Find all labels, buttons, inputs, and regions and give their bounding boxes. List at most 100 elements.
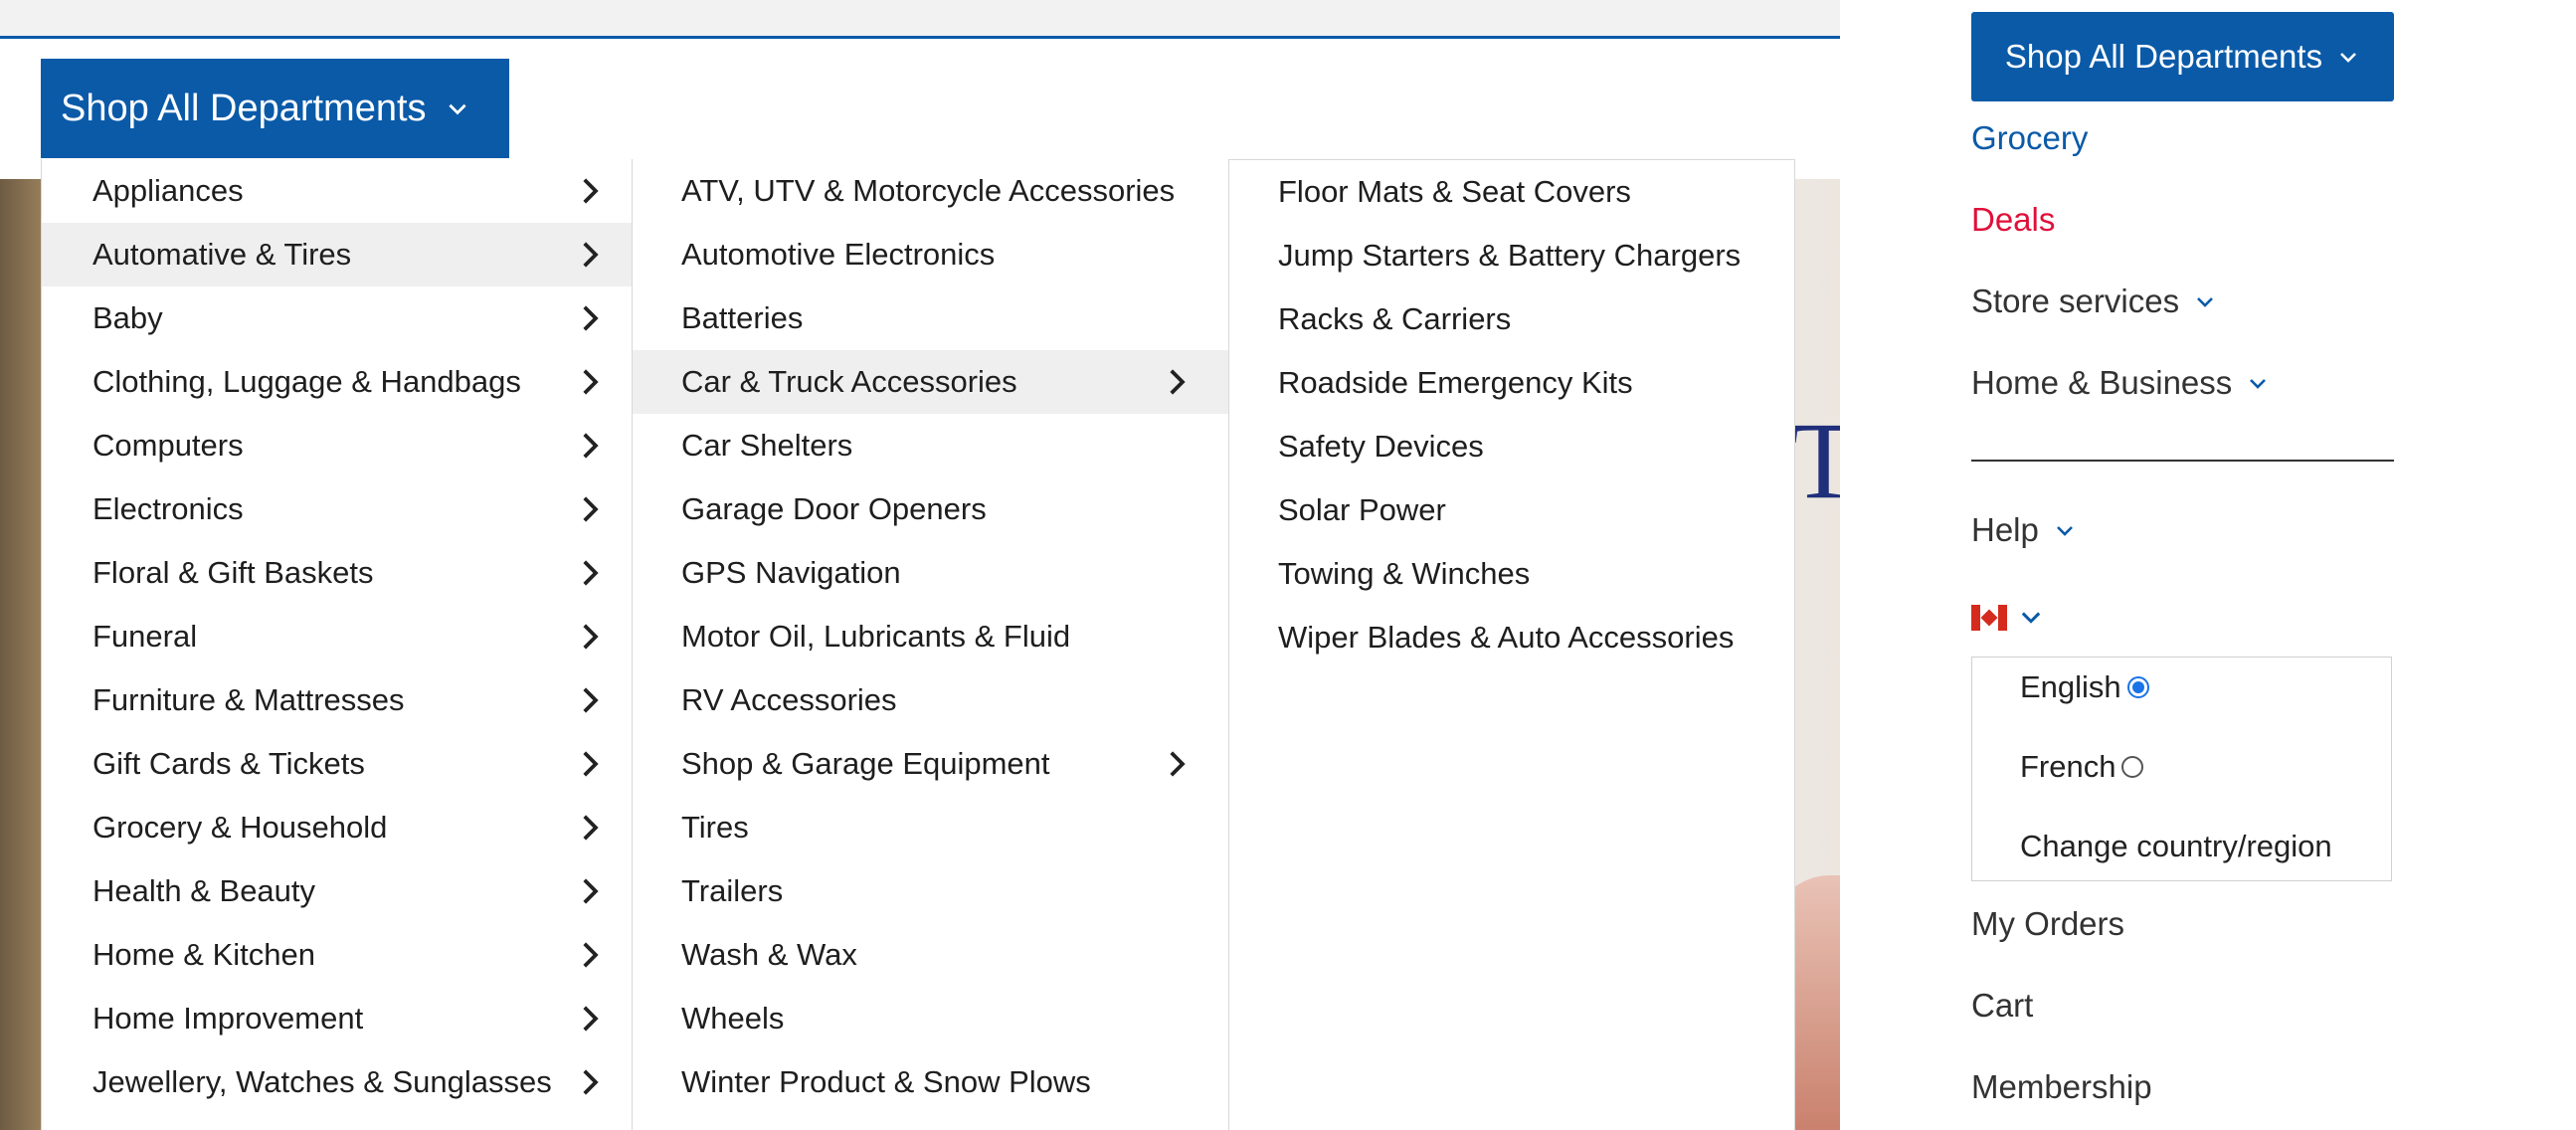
subcategory-item[interactable]: Car Shelters: [633, 414, 1228, 477]
department-item-label: Furniture & Mattresses: [92, 682, 405, 717]
chevron-down-icon[interactable]: [2017, 603, 2045, 631]
nav-link-my-orders[interactable]: My Orders: [1971, 905, 2124, 943]
subcategory-item[interactable]: Car & Truck Accessories: [633, 350, 1228, 414]
chevron-right-icon: [583, 687, 599, 713]
side-navigation-pane: Shop All Departments Grocery Deals Store…: [1840, 0, 2576, 1130]
chevron-right-icon: [583, 369, 599, 395]
department-item[interactable]: Funeral: [42, 605, 632, 668]
chevron-right-icon: [583, 560, 599, 586]
chevron-down-icon: [2250, 379, 2267, 389]
nav-link-grocery-label: Grocery: [1971, 119, 2089, 156]
subcategory-item[interactable]: Motor Oil, Lubricants & Fluid: [633, 605, 1228, 668]
department-item-label: Electronics: [92, 491, 244, 526]
subcategory-item[interactable]: Wash & Wax: [633, 923, 1228, 987]
language-english-radio[interactable]: [2126, 676, 2149, 698]
sub-subcategory-item[interactable]: Floor Mats & Seat Covers: [1229, 160, 1794, 224]
nav-divider: [1971, 460, 2394, 462]
department-item[interactable]: Floral & Gift Baskets: [42, 541, 632, 605]
subcategory-item-label: Shop & Garage Equipment: [681, 746, 1050, 781]
subcategory-item-label: Trailers: [681, 873, 784, 908]
subcategory-item[interactable]: Garage Door Openers: [633, 477, 1228, 541]
subcategory-item[interactable]: ATV, UTV & Motorcycle Accessories: [633, 159, 1228, 223]
chevron-right-icon: [583, 1069, 599, 1095]
shop-all-departments-side-label: Shop All Departments: [2004, 38, 2323, 75]
nav-store-services-dropdown[interactable]: Store services: [1971, 282, 2217, 320]
subcategory-item[interactable]: Shop & Garage Equipment: [633, 732, 1228, 796]
department-item-label: Computers: [92, 428, 244, 463]
department-item[interactable]: Gift Cards & Tickets: [42, 732, 632, 796]
chevron-right-icon: [583, 433, 599, 459]
nav-link-membership[interactable]: Membership: [1971, 1068, 2152, 1106]
chevron-right-icon: [1170, 369, 1186, 395]
department-item[interactable]: Jewellery, Watches & Sunglasses: [42, 1050, 632, 1114]
department-item[interactable]: Electronics: [42, 477, 632, 541]
department-item-label: Baby: [92, 300, 163, 335]
nav-link-deals[interactable]: Deals: [1971, 201, 2055, 239]
sub-subcategory-item[interactable]: Solar Power: [1229, 478, 1794, 542]
chevron-right-icon: [583, 305, 599, 331]
shop-all-departments-button[interactable]: Shop All Departments: [41, 59, 509, 158]
language-option-english[interactable]: English: [2020, 669, 2149, 705]
nav-home-business-label: Home & Business: [1971, 364, 2233, 401]
subcategory-item[interactable]: Wheels: [633, 987, 1228, 1050]
chevron-right-icon: [583, 751, 599, 777]
department-item[interactable]: Computers: [42, 414, 632, 477]
sub-subcategory-item[interactable]: Racks & Carriers: [1229, 287, 1794, 351]
sub-subcategory-item[interactable]: Jump Starters & Battery Chargers: [1229, 224, 1794, 287]
department-item[interactable]: Baby: [42, 286, 632, 350]
nav-home-business-dropdown[interactable]: Home & Business: [1971, 364, 2270, 402]
department-item[interactable]: Furniture & Mattresses: [42, 668, 632, 732]
chevron-right-icon: [583, 242, 599, 268]
departments-menu: Appliances Automative & Tires Baby Clothing…: [41, 159, 632, 1130]
sub-subcategory-item[interactable]: Safety Devices: [1229, 415, 1794, 478]
subcategory-item[interactable]: RV Accessories: [633, 668, 1228, 732]
department-item-label: Appliances: [92, 173, 244, 208]
department-item[interactable]: Home Improvement: [42, 987, 632, 1050]
department-item[interactable]: Appliances: [42, 159, 632, 223]
nav-link-grocery[interactable]: Grocery: [1971, 119, 2088, 157]
department-item-label: Health & Beauty: [92, 873, 316, 908]
subcategory-item[interactable]: Tires: [633, 796, 1228, 859]
hero-banner-text: TI: [1790, 400, 1840, 521]
department-item[interactable]: Clothing, Luggage & Handbags: [42, 350, 632, 414]
subcategory-item-label: Car & Truck Accessories: [681, 364, 1017, 399]
canada-flag-icon[interactable]: [1971, 605, 2007, 631]
subcategory-item[interactable]: Batteries: [633, 286, 1228, 350]
sub-subcategory-item[interactable]: Wiper Blades & Auto Accessories: [1229, 606, 1794, 669]
nav-store-services-label: Store services: [1971, 282, 2180, 319]
change-country-label: Change country/region: [2020, 829, 2332, 863]
sub-subcategory-item[interactable]: Roadside Emergency Kits: [1229, 351, 1794, 415]
language-french-radio[interactable]: [2121, 756, 2144, 778]
subcategory-item[interactable]: Automotive Electronics: [633, 223, 1228, 286]
change-country-link[interactable]: Change country/region: [2020, 829, 2332, 864]
shop-all-departments-label: Shop All Departments: [61, 87, 427, 129]
sub-subcategory-item-label: Wiper Blades & Auto Accessories: [1278, 620, 1735, 655]
language-option-french[interactable]: French: [2020, 749, 2144, 785]
department-item-label: Jewellery, Watches & Sunglasses: [92, 1064, 552, 1099]
subcategory-item-label: Automotive Electronics: [681, 237, 996, 272]
shop-all-departments-side-button[interactable]: Shop All Departments: [1971, 12, 2394, 101]
department-item[interactable]: Grocery & Household: [42, 796, 632, 859]
sub-subcategory-item-label: Towing & Winches: [1278, 556, 1531, 591]
subcategory-item[interactable]: GPS Navigation: [633, 541, 1228, 605]
department-item-label: Grocery & Household: [92, 810, 388, 845]
subcategory-item[interactable]: Trailers: [633, 859, 1228, 923]
language-english-label: English: [2020, 669, 2121, 704]
department-item-label: Gift Cards & Tickets: [92, 746, 365, 781]
sub-subcategory-menu: Floor Mats & Seat Covers Jump Starters & …: [1228, 159, 1795, 1130]
nav-link-cart[interactable]: Cart: [1971, 987, 2033, 1025]
sub-subcategory-item[interactable]: Towing & Winches: [1229, 542, 1794, 606]
subcategory-item[interactable]: Winter Product & Snow Plows: [633, 1050, 1228, 1114]
chevron-right-icon: [583, 942, 599, 968]
department-item[interactable]: Health & Beauty: [42, 859, 632, 923]
department-item-label: Automative & Tires: [92, 237, 352, 272]
chevron-right-icon: [583, 178, 599, 204]
language-french-label: French: [2020, 749, 2116, 784]
chevron-right-icon: [583, 624, 599, 650]
department-item[interactable]: Home & Kitchen: [42, 923, 632, 987]
sub-subcategory-item-label: Racks & Carriers: [1278, 301, 1512, 336]
department-item-label: Home & Kitchen: [92, 937, 315, 972]
nav-help-dropdown[interactable]: Help: [1971, 511, 2077, 549]
language-selector-panel: English French Change country/region: [1971, 657, 2392, 881]
department-item[interactable]: Automative & Tires: [42, 223, 632, 286]
